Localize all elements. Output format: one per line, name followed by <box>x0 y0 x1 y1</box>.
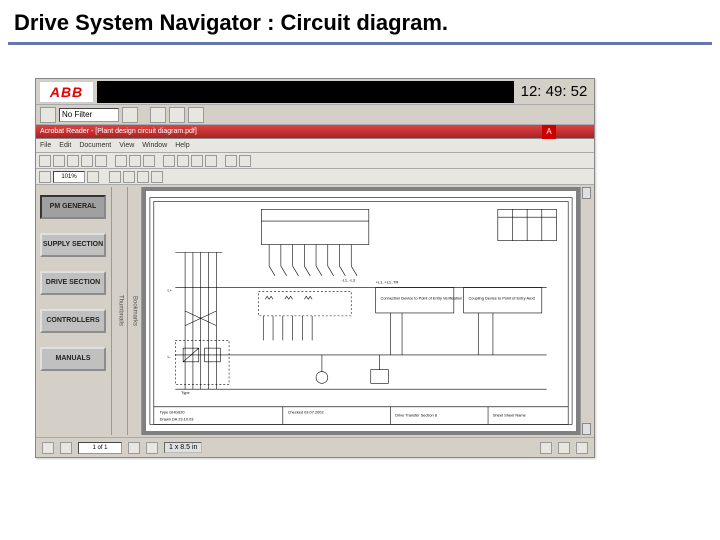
menu-view[interactable]: View <box>119 142 134 149</box>
tool-icon-2[interactable] <box>169 107 185 123</box>
zoom-in-icon[interactable] <box>239 155 251 167</box>
page-indicator[interactable]: 1 of 1 <box>78 442 122 454</box>
svg-text:L+: L+ <box>168 287 173 292</box>
layout-single-icon[interactable] <box>540 442 552 454</box>
filter-input[interactable]: No Filter <box>59 108 119 122</box>
prev-page-icon[interactable] <box>177 155 189 167</box>
statusbar: 1 of 1 1 x 8.5 in <box>36 437 594 457</box>
document-tab-label: Acrobat Reader - [Plant design circuit d… <box>40 128 197 135</box>
tool-extra-icon[interactable] <box>151 171 163 183</box>
application-window: ABB 12: 49: 52 No Filter Acrobat Reader … <box>35 78 595 458</box>
open-icon[interactable] <box>39 155 51 167</box>
svg-text:Type GHG920: Type GHG920 <box>160 410 186 415</box>
mail-icon[interactable] <box>81 155 93 167</box>
bookmarks-tab[interactable]: Bookmarks <box>128 187 142 435</box>
tool-icon-3[interactable] <box>188 107 204 123</box>
document-tab[interactable]: Acrobat Reader - [Plant design circuit d… <box>36 125 594 139</box>
menu-help[interactable]: Help <box>175 142 189 149</box>
sidebar-item-manuals[interactable]: MANUALS <box>40 347 106 371</box>
abb-logo: ABB <box>39 81 94 103</box>
vertical-scrollbar[interactable] <box>580 187 592 435</box>
fit-page-icon[interactable] <box>109 171 121 183</box>
sidebar-item-pm-general[interactable]: PM GENERAL <box>40 195 106 219</box>
circuit-diagram: Type GHG920 Drawn DA 23.10.03 Checked 03… <box>146 191 576 431</box>
search-icon[interactable] <box>95 155 107 167</box>
pdf-viewport: Thumbnails Bookmarks Type GHG920 Drawn D… <box>114 187 592 435</box>
main-toolbar: No Filter <box>36 105 594 125</box>
dropdown-icon[interactable] <box>122 107 138 123</box>
status-last-icon[interactable] <box>146 442 158 454</box>
svg-text:L-: L- <box>168 354 172 359</box>
next-page-icon[interactable] <box>191 155 203 167</box>
layout-cont-icon[interactable] <box>558 442 570 454</box>
first-page-icon[interactable] <box>163 155 175 167</box>
last-page-icon[interactable] <box>205 155 217 167</box>
svg-text:Drive Transfer Section 8: Drive Transfer Section 8 <box>395 413 437 418</box>
pdf-page[interactable]: Type GHG920 Drawn DA 23.10.03 Checked 03… <box>146 191 576 431</box>
fit-width-icon[interactable] <box>123 171 135 183</box>
print-icon[interactable] <box>67 155 79 167</box>
menu-document[interactable]: Document <box>79 142 111 149</box>
menu-edit[interactable]: Edit <box>59 142 71 149</box>
menu-file[interactable]: File <box>40 142 51 149</box>
status-icon-2[interactable] <box>60 442 72 454</box>
title-underline <box>8 42 712 45</box>
text-tool-icon[interactable] <box>143 155 155 167</box>
nav-back-button[interactable] <box>40 107 56 123</box>
svg-text:Checked 03.07.2002: Checked 03.07.2002 <box>288 410 324 415</box>
menu-window[interactable]: Window <box>142 142 167 149</box>
layout-facing-icon[interactable] <box>576 442 588 454</box>
pdf-toolbar-2: 101% <box>36 169 594 185</box>
pdf-toolbar <box>36 153 594 169</box>
svg-text:-L1..-L3: -L1..-L3 <box>341 278 354 283</box>
page-title: Drive System Navigator : Circuit diagram… <box>0 0 720 42</box>
zoom-out-icon[interactable] <box>225 155 237 167</box>
rotate-icon[interactable] <box>137 171 149 183</box>
clock: 12: 49: 52 <box>514 83 594 100</box>
sidebar: PM GENERAL SUPPLY SECTION DRIVE SECTION … <box>36 187 112 435</box>
sidebar-item-drive-section[interactable]: DRIVE SECTION <box>40 271 106 295</box>
svg-text:Type: Type <box>181 390 189 395</box>
status-icon-1[interactable] <box>42 442 54 454</box>
select-tool-icon[interactable] <box>129 155 141 167</box>
sidebar-item-controllers[interactable]: CONTROLLERS <box>40 309 106 333</box>
svg-text:Connection Device to Point of: Connection Device to Point of Entry Veri… <box>381 295 463 300</box>
svg-text:Sheet Sheet Name: Sheet Sheet Name <box>493 413 526 418</box>
svg-text:+L1..+L1..TR: +L1..+L1..TR <box>376 280 399 285</box>
thumbnails-tab[interactable]: Thumbnails <box>114 187 128 435</box>
svg-text:Coupling Device to Point of En: Coupling Device to Point of Entry Aux2 <box>469 295 536 300</box>
page-size: 1 x 8.5 in <box>164 442 202 453</box>
status-next-icon[interactable] <box>128 442 140 454</box>
titlebar-dark <box>97 81 514 103</box>
pdf-menubar: File Edit Document View Window Help <box>36 139 594 153</box>
sidebar-item-supply-section[interactable]: SUPPLY SECTION <box>40 233 106 257</box>
save-icon[interactable] <box>53 155 65 167</box>
fit-icon[interactable] <box>39 171 51 183</box>
svg-text:Drawn DA 23.10.03: Drawn DA 23.10.03 <box>160 416 194 421</box>
titlebar: ABB 12: 49: 52 <box>36 79 594 105</box>
tool-icon-1[interactable] <box>150 107 166 123</box>
hand-tool-icon[interactable] <box>115 155 127 167</box>
zoom-input[interactable]: 101% <box>53 171 85 183</box>
zoom-dropdown-icon[interactable] <box>87 171 99 183</box>
adobe-icon: A <box>542 125 556 139</box>
